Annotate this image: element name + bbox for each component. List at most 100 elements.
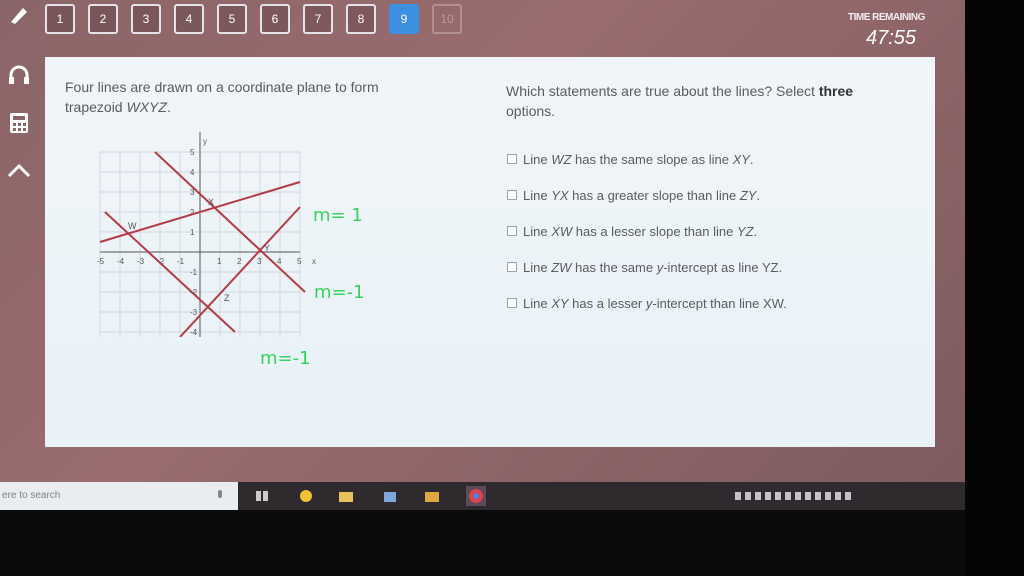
tray-icon[interactable] (795, 492, 801, 500)
tray-icon[interactable] (775, 492, 781, 500)
option-text-part: -intercept as line YZ. (663, 259, 783, 275)
collapse-up-icon[interactable] (0, 150, 38, 190)
option-text-part: . (749, 151, 754, 167)
tray-icon[interactable] (755, 492, 761, 500)
timer-label: TIME REMAINING (848, 12, 925, 23)
instructions-bold: three (818, 83, 854, 99)
tray-icon[interactable] (765, 492, 771, 500)
tray-icon[interactable] (745, 492, 751, 500)
calculator-icon[interactable] (0, 103, 38, 143)
question-button-6[interactable]: 6 (260, 4, 290, 34)
x-tick-label: -4 (117, 257, 125, 266)
tray-icon[interactable] (845, 492, 851, 500)
answer-option[interactable]: Line ZW has the same y-intercept as line… (507, 249, 787, 285)
question-button-3[interactable]: 3 (131, 4, 161, 34)
option-checkbox[interactable] (507, 262, 517, 272)
system-tray (735, 492, 851, 500)
option-text-part: -intercept than line XW. (652, 295, 787, 311)
sidebar (0, 0, 42, 260)
option-checkbox[interactable] (507, 190, 517, 200)
option-text-part: has the same slope as line (571, 151, 733, 167)
tray-icon[interactable] (815, 492, 821, 500)
option-text-part: XY (551, 295, 569, 311)
option-checkbox[interactable] (507, 298, 517, 308)
tray-icon[interactable] (805, 492, 811, 500)
coordinate-graph: y x -5-4-3-2-11234554321-1-2-3-4-5 W X Y… (97, 132, 316, 337)
y-tick-label: -1 (190, 268, 198, 277)
point-w-label: W (128, 221, 137, 231)
option-text-part: Line (523, 259, 552, 275)
prompt-line-end: . (166, 99, 171, 115)
edge-icon[interactable] (298, 488, 314, 504)
screen: 1 2 3 4 5 6 7 8 9 10 TIME REMAINING 47:55 Four li… (0, 0, 965, 510)
y-tick-label: -3 (190, 308, 198, 317)
option-text-part: YZ (736, 223, 754, 239)
y-tick-label: -4 (190, 328, 198, 337)
answer-options: Line WZ has the same slope as line XY. Li… (507, 141, 787, 321)
option-text-part: has the same (571, 259, 657, 275)
headphones-icon[interactable] (0, 55, 38, 95)
x-axis-label: x (312, 257, 316, 266)
answer-option[interactable]: Line WZ has the same slope as line XY. (507, 141, 787, 177)
question-button-4[interactable]: 4 (174, 4, 204, 34)
option-text-part: Line (523, 295, 552, 311)
question-button-7[interactable]: 7 (303, 4, 333, 34)
microphone-icon[interactable] (212, 488, 228, 504)
option-text-part: has a greater slope than line (568, 187, 740, 203)
option-checkbox[interactable] (507, 154, 517, 164)
file-explorer-icon[interactable] (338, 488, 354, 504)
line-xy (154, 151, 306, 293)
task-view-icon[interactable] (254, 488, 270, 504)
option-text-part: . (753, 223, 758, 239)
x-tick-label: 3 (257, 257, 262, 266)
instructions-text-2: options. (506, 103, 556, 119)
point-x-label: X (208, 197, 214, 207)
question-prompt: Four lines are drawn on a coordinate pla… (65, 77, 445, 117)
option-text-part: XW (551, 223, 573, 239)
question-button-1[interactable]: 1 (45, 4, 75, 34)
point-y-label: Y (264, 243, 270, 253)
y-tick-label: 1 (190, 228, 195, 237)
y-tick-label: 5 (190, 148, 195, 157)
question-navigation: 1 2 3 4 5 6 7 8 9 10 (45, 4, 462, 34)
x-tick-label: 1 (217, 257, 222, 266)
option-text-part: Line (523, 151, 552, 167)
option-label: Line WZ has the same slope as line XY. (523, 152, 754, 167)
tray-icon[interactable] (785, 492, 791, 500)
option-text-part: . (756, 187, 761, 203)
option-text-part: Line (523, 223, 552, 239)
prompt-line-1: Four lines are drawn on a coordinate pla… (65, 79, 379, 95)
annotation-slope-3: m=-1 (260, 348, 311, 369)
instructions-text: Which statements are true about the line… (506, 83, 819, 99)
x-tick-label: 2 (237, 257, 242, 266)
answer-option[interactable]: Line XW has a lesser slope than line YZ. (507, 213, 787, 249)
x-tick-label: 4 (277, 257, 282, 266)
y-tick-label: 4 (190, 168, 195, 177)
question-button-10: 10 (432, 4, 462, 34)
option-checkbox[interactable] (507, 226, 517, 236)
question-button-8[interactable]: 8 (346, 4, 376, 34)
briefcase-icon[interactable] (424, 488, 440, 504)
store-icon[interactable] (382, 488, 398, 504)
instructions: Which statements are true about the line… (506, 81, 906, 121)
option-text-part: YX (551, 187, 569, 203)
tray-icon[interactable] (835, 492, 841, 500)
taskbar: ere to search (0, 482, 965, 510)
tray-icon[interactable] (735, 492, 741, 500)
question-button-2[interactable]: 2 (88, 4, 118, 34)
x-tick-label: -3 (137, 257, 145, 266)
question-button-5[interactable]: 5 (217, 4, 247, 34)
pencil-icon[interactable] (0, 0, 38, 34)
taskbar-search[interactable]: ere to search (0, 482, 238, 510)
answer-option[interactable]: Line XY has a lesser y-intercept than li… (507, 285, 787, 321)
option-text-part: Line (523, 187, 552, 203)
option-text-part: ZW (551, 259, 572, 275)
question-button-9[interactable]: 9 (389, 4, 419, 34)
annotation-slope-2: m=-1 (314, 282, 365, 303)
point-z-label: Z (224, 293, 230, 303)
option-text-part: XY (732, 151, 750, 167)
chrome-icon[interactable] (466, 486, 486, 506)
tray-icon[interactable] (825, 492, 831, 500)
option-label: Line XY has a lesser y-intercept than li… (523, 296, 787, 311)
answer-option[interactable]: Line YX has a greater slope than line ZY… (507, 177, 787, 213)
